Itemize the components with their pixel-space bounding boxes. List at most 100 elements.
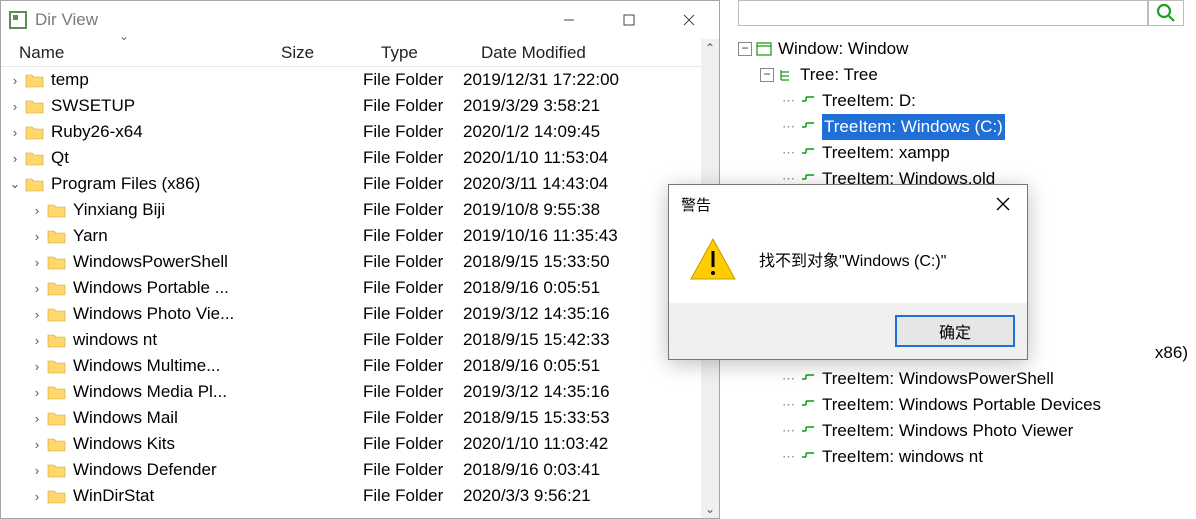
file-type: File Folder [363,278,463,298]
expand-icon[interactable]: › [27,463,47,478]
column-name[interactable]: Name [19,43,281,63]
file-list: ›tempFile Folder2019/12/31 17:22:00›SWSE… [1,67,719,518]
tree-node-icon [800,450,816,464]
tree-connector: ⋯ [782,418,800,444]
dialog-close-button[interactable] [991,192,1015,216]
maximize-button[interactable] [599,5,659,35]
close-button[interactable] [659,5,719,35]
dir-view-window: Dir View ⌄ Name Size Type Date Modified … [0,0,720,519]
file-date: 2019/3/12 14:35:16 [463,382,719,402]
expand-icon[interactable]: › [5,151,25,166]
tree-item-label: TreeItem: Windows (C:) [822,114,1005,140]
tree-connector: ⋯ [782,366,800,392]
folder-icon [25,150,45,166]
inspector-search-input[interactable] [738,0,1148,26]
folder-icon [25,98,45,114]
file-date: 2018/9/15 15:33:53 [463,408,719,428]
tree-item[interactable]: ⋯TreeItem: xampp [736,140,1196,166]
tree-node-icon [800,94,816,108]
file-name: Yarn [73,226,108,246]
file-type: File Folder [363,148,463,168]
file-date: 2019/12/31 17:22:00 [463,70,719,90]
tree-item-label: x86) [1155,340,1196,366]
expand-icon[interactable]: › [27,359,47,374]
tree-expander[interactable]: − [760,68,774,82]
file-date: 2018/9/16 0:03:41 [463,460,719,480]
file-type: File Folder [363,200,463,220]
table-row[interactable]: ⌄Program Files (x86)File Folder2020/3/11… [1,171,719,197]
column-type[interactable]: Type [381,43,481,63]
table-row[interactable]: ›YarnFile Folder2019/10/16 11:35:43 [1,223,719,249]
table-row[interactable]: ›Windows Multime...File Folder2018/9/16 … [1,353,719,379]
table-row[interactable]: ›Windows Media Pl...File Folder2019/3/12… [1,379,719,405]
tree-item[interactable]: − Tree: Tree [736,62,1196,88]
tree-item[interactable]: ⋯ TreeItem: WindowsPowerShell [736,366,1196,392]
table-row[interactable]: ›Windows Photo Vie...File Folder2019/3/1… [1,301,719,327]
table-row[interactable]: ›Windows Portable ...File Folder2018/9/1… [1,275,719,301]
column-date[interactable]: Date Modified [481,43,719,63]
folder-icon [47,332,67,348]
file-type: File Folder [363,330,463,350]
column-size[interactable]: Size [281,43,381,63]
expand-icon[interactable]: › [27,385,47,400]
table-row[interactable]: ›tempFile Folder2019/12/31 17:22:00 [1,67,719,93]
tree-node-icon [800,146,816,160]
tree-item-label: TreeItem: WindowsPowerShell [822,366,1054,392]
tree-item[interactable]: ⋯ TreeItem: Windows Photo Viewer [736,418,1196,444]
table-row[interactable]: ›Windows DefenderFile Folder2018/9/16 0:… [1,457,719,483]
expand-icon[interactable]: › [27,333,47,348]
tree-node-icon [778,68,794,82]
tree-item-label: TreeItem: Windows Photo Viewer [822,418,1073,444]
expand-icon[interactable]: › [27,281,47,296]
folder-icon [47,410,67,426]
table-row[interactable]: ›Windows MailFile Folder2018/9/15 15:33:… [1,405,719,431]
expand-icon[interactable]: › [27,203,47,218]
table-row[interactable]: ›SWSETUPFile Folder2019/3/29 3:58:21 [1,93,719,119]
table-row[interactable]: ›windows ntFile Folder2018/9/15 15:42:33 [1,327,719,353]
tree-item-label: TreeItem: Windows Portable Devices [822,392,1101,418]
minimize-button[interactable] [539,5,599,35]
expand-icon[interactable]: › [27,255,47,270]
expand-icon[interactable]: › [27,229,47,244]
expand-icon[interactable]: › [5,73,25,88]
file-name: Windows Multime... [73,356,220,376]
scroll-down-icon[interactable]: ⌄ [701,500,719,518]
file-date: 2020/3/3 9:56:21 [463,486,719,506]
tree-item[interactable]: −Window: Window [736,36,1196,62]
file-type: File Folder [363,304,463,324]
table-row[interactable]: ›WinDirStatFile Folder2020/3/3 9:56:21 [1,483,719,509]
tree-connector: ⋯ [782,88,800,114]
app-icon [9,11,27,29]
tree-item[interactable]: ⋯TreeItem: Windows (C:) [736,114,1196,140]
scroll-up-icon[interactable]: ⌃ [701,39,719,57]
file-name: Windows Kits [73,434,175,454]
expand-icon[interactable]: › [5,125,25,140]
file-name: SWSETUP [51,96,135,116]
expand-icon[interactable]: › [27,437,47,452]
table-row[interactable]: ›QtFile Folder2020/1/10 11:53:04 [1,145,719,171]
ok-button[interactable]: 确定 [895,315,1015,347]
folder-icon [47,462,67,478]
expand-icon[interactable]: › [27,307,47,322]
expand-icon[interactable]: ⌄ [5,176,25,192]
tree-item-label: Tree: Tree [800,62,878,88]
search-icon[interactable] [1148,0,1184,26]
tree-item[interactable]: ⋯ TreeItem: D: [736,88,1196,114]
file-name: Windows Media Pl... [73,382,227,402]
tree-item[interactable]: ⋯TreeItem: windows nt [736,444,1196,470]
folder-icon [25,176,45,192]
table-row[interactable]: ›Windows KitsFile Folder2020/1/10 11:03:… [1,431,719,457]
folder-icon [47,202,67,218]
tree-expander[interactable]: − [738,42,752,56]
expand-icon[interactable]: › [27,411,47,426]
tree-item[interactable]: ⋯TreeItem: Windows Portable Devices [736,392,1196,418]
expand-icon[interactable]: › [5,99,25,114]
tree-item-label: TreeItem: D: [822,88,916,114]
warning-icon [689,237,737,281]
expand-icon[interactable]: › [27,489,47,504]
file-name: windows nt [73,330,157,350]
file-date: 2019/3/29 3:58:21 [463,96,719,116]
table-row[interactable]: ›WindowsPowerShellFile Folder2018/9/15 1… [1,249,719,275]
table-row[interactable]: ›Ruby26-x64File Folder2020/1/2 14:09:45 [1,119,719,145]
table-row[interactable]: ›Yinxiang BijiFile Folder2019/10/8 9:55:… [1,197,719,223]
